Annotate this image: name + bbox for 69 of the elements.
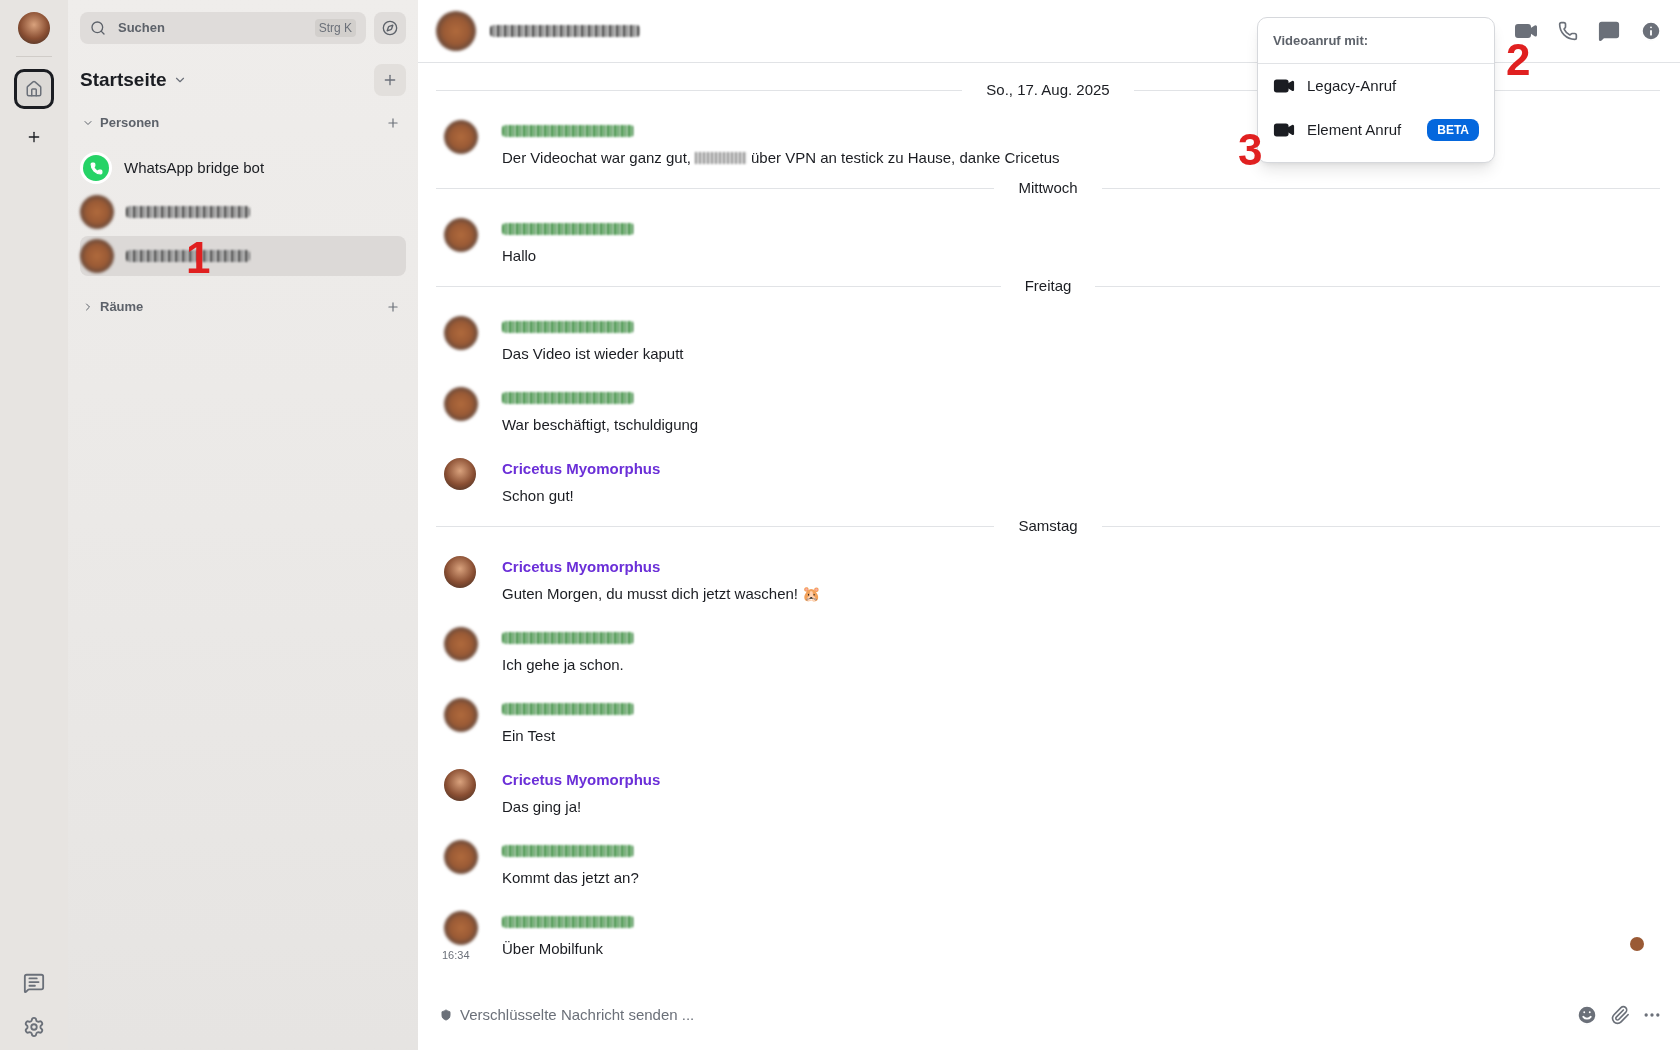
message-input[interactable]: Verschlüsselte Nachricht senden ... [460,1003,1576,1027]
message-text: Das ging ja! [502,796,582,817]
blurred-avatar [80,195,114,229]
message-text: Kommt das jetzt an? [502,867,639,888]
threads-icon[interactable] [23,972,45,994]
blurred-avatar [444,840,478,874]
message-text: Schon gut! [502,485,574,506]
room-list-item[interactable]: WhatsApp bridge bot [80,148,406,188]
shield-icon [440,1009,452,1021]
message-text: über VPN an testick zu Hause, danke Cricetus [751,147,1060,168]
message-text: Ich gehe ja schon. [502,654,624,675]
avatar-photo [444,556,476,588]
home-button[interactable] [14,69,54,109]
sender-name[interactable]: Cricetus Myomorphus [502,768,661,792]
info-icon[interactable] [1640,20,1662,42]
redacted-word [695,152,747,164]
avatar-photo [444,458,476,490]
menu-title: Videoanruf mit: [1273,31,1369,50]
home-icon [25,80,43,98]
date-separator: Mittwoch [1017,178,1079,199]
settings-icon[interactable] [23,1016,45,1038]
add-button[interactable] [374,64,406,96]
chat-bubble-phone-icon [80,152,112,184]
search-field[interactable]: Suchen Strg K [80,12,366,44]
timestamp: 16:34 [442,948,470,963]
blurred-avatar [444,218,478,252]
section-label[interactable]: Personen [100,113,160,133]
compass-icon [382,20,398,36]
space-title[interactable]: Startseite [80,65,167,95]
beta-badge: BETA [1427,119,1479,141]
emoji-icon[interactable] [1576,1004,1598,1026]
blurred-avatar [444,698,478,732]
search-placeholder: Suchen [118,19,166,38]
message-text: War beschäftigt, tschuldigung [502,414,699,435]
annotation-number: 2 [1506,38,1531,82]
sender-name[interactable]: Cricetus Myomorphus [502,555,661,579]
date-separator: Freitag [1023,276,1073,297]
blurred-avatar [444,627,478,661]
blurred-avatar [444,387,478,421]
blurred-avatar [444,316,478,350]
blurred-avatar [444,911,478,945]
plus-icon [26,129,42,145]
search-icon [90,20,106,36]
shortcut-hint: Strg K [314,19,356,37]
phone-icon[interactable] [1558,21,1578,41]
explore-button[interactable] [374,12,406,44]
chat-icon[interactable] [1598,20,1620,42]
avatar-photo [444,769,476,801]
paperclip-icon[interactable] [1610,1005,1630,1025]
room-name: WhatsApp bridge bot [124,157,265,178]
date-separator: So., 17. Aug. 2025 [985,80,1111,101]
plus-icon [382,72,398,88]
message-text: Der Videochat war ganz gut, [502,147,691,168]
menu-item[interactable]: Legacy-Anruf [1258,64,1494,108]
date-separator: Samstag [1017,516,1079,537]
message-text: Ein Test [502,725,556,746]
annotation-number: 1 [186,236,211,280]
message-text: Hallo [502,245,537,266]
message-text: Das Video ist wieder kaputt [502,343,684,364]
blurred-avatar [80,239,114,273]
blurred-avatar [436,11,476,51]
annotation-number: 3 [1238,128,1263,172]
room-list-item[interactable] [80,236,406,276]
sender-name[interactable]: Cricetus Myomorphus [502,457,661,481]
message-text: Guten Morgen, du musst dich jetzt waschen! 🐹 [502,583,822,604]
avatar-photo [18,12,50,44]
message-text: Über Mobilfunk [502,938,603,959]
blurred-avatar [444,120,478,154]
section-label[interactable]: Räume [100,297,144,317]
